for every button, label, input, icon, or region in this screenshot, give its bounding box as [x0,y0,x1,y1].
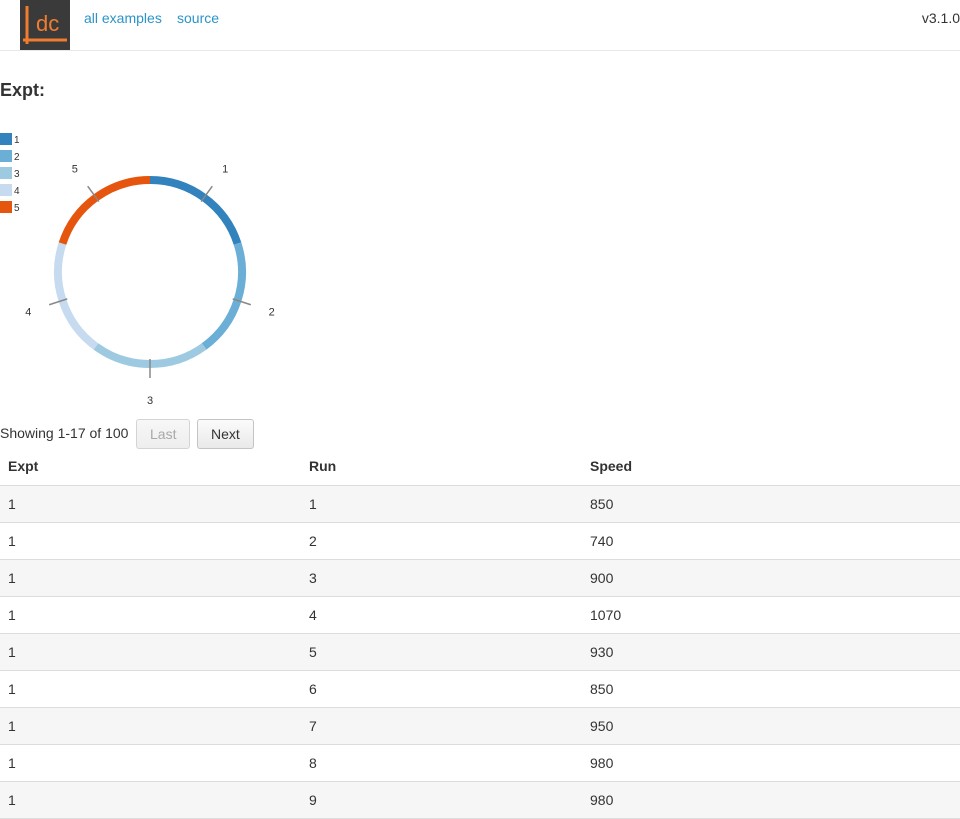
nav-all-examples-link[interactable]: all examples [84,10,162,26]
slice-label-3: 3 [147,395,153,407]
page-title: Expt: [0,80,45,100]
table-body: 1 1 850 1 2 740 1 3 900 1 4 1070 1 5 930 1 6 850 1 7 950 1 8 98… [0,485,960,819]
slice-label-5: 5 [72,163,78,175]
table-cell-speed: 980 [582,781,960,819]
table-row: 1 5 930 [0,633,960,671]
table-cell-speed: 980 [582,744,960,782]
data-table: Expt Run Speed 1 1 850 1 2 740 1 3 900 1 4 1070 1 5 93… [0,448,960,819]
table-cell-run: 7 [301,707,582,745]
table-cell-speed: 950 [582,707,960,745]
legend-label-3[interactable]: 3 [14,169,20,180]
table-row: 1 1 850 [0,485,960,523]
legend-label-1[interactable]: 1 [14,135,20,146]
legend-swatch-1[interactable] [0,133,12,145]
table-row: 1 6 850 [0,670,960,708]
table-cell-expt: 1 [0,596,301,634]
table-cell-expt: 1 [0,485,301,523]
table-cell-run: 1 [301,485,582,523]
slice-label-1: 1 [222,163,228,175]
legend-label-5[interactable]: 5 [14,203,20,214]
table-cell-expt: 1 [0,744,301,782]
table-row: 1 7 950 [0,707,960,745]
pagination-status-text: Showing 1-17 of 100 [0,425,129,441]
legend-swatch-5[interactable] [0,201,12,213]
table-row: 1 4 1070 [0,596,960,634]
table-cell-speed: 930 [582,633,960,671]
nav-source-link[interactable]: source [177,10,219,26]
legend-label-4[interactable]: 4 [14,186,20,197]
next-page-button[interactable]: Next [197,419,254,449]
table-cell-expt: 1 [0,670,301,708]
logo-text: dc [36,11,59,36]
table-cell-run: 3 [301,559,582,597]
table-row: 1 2 740 [0,522,960,560]
dc-logo[interactable]: dc [20,0,70,50]
legend-swatch-2[interactable] [0,150,12,162]
version-label: v3.1.0 [921,10,960,26]
column-header-speed[interactable]: Speed [582,448,960,486]
column-header-expt[interactable]: Expt [0,448,301,486]
slice-label-2: 2 [269,307,275,319]
column-header-run[interactable]: Run [301,448,582,486]
table-cell-run: 6 [301,670,582,708]
table-cell-run: 5 [301,633,582,671]
table-cell-speed: 850 [582,670,960,708]
slice-label-4: 4 [25,307,31,319]
table-cell-run: 8 [301,744,582,782]
table-cell-expt: 1 [0,633,301,671]
table-cell-run: 2 [301,522,582,560]
donut-slice-4[interactable] [54,242,99,350]
table-cell-expt: 1 [0,707,301,745]
top-header: dc all examples source v3.1.0 [0,0,960,51]
last-page-button[interactable]: Last [136,419,191,449]
table-cell-expt: 1 [0,522,301,560]
table-cell-run: 4 [301,596,582,634]
table-cell-speed: 900 [582,559,960,597]
table-cell-speed: 850 [582,485,960,523]
table-cell-speed: 1070 [582,596,960,634]
table-header-row: Expt Run Speed [0,448,960,486]
donut-slice-1[interactable] [149,176,242,245]
table-row: 1 3 900 [0,559,960,597]
legend-label-2[interactable]: 2 [14,152,20,163]
expt-donut-chart[interactable]: 1 2 3 4 5 1 2 3 4 5 [0,125,300,417]
legend-swatch-3[interactable] [0,167,12,179]
table-cell-run: 9 [301,781,582,819]
table-row: 1 8 980 [0,744,960,782]
table-cell-expt: 1 [0,559,301,597]
table-cell-speed: 740 [582,522,960,560]
table-row: 1 9 980 [0,781,960,819]
donut-slice-2[interactable] [201,242,246,350]
donut-slice-5[interactable] [58,176,151,245]
table-cell-expt: 1 [0,781,301,819]
legend-swatch-4[interactable] [0,184,12,196]
